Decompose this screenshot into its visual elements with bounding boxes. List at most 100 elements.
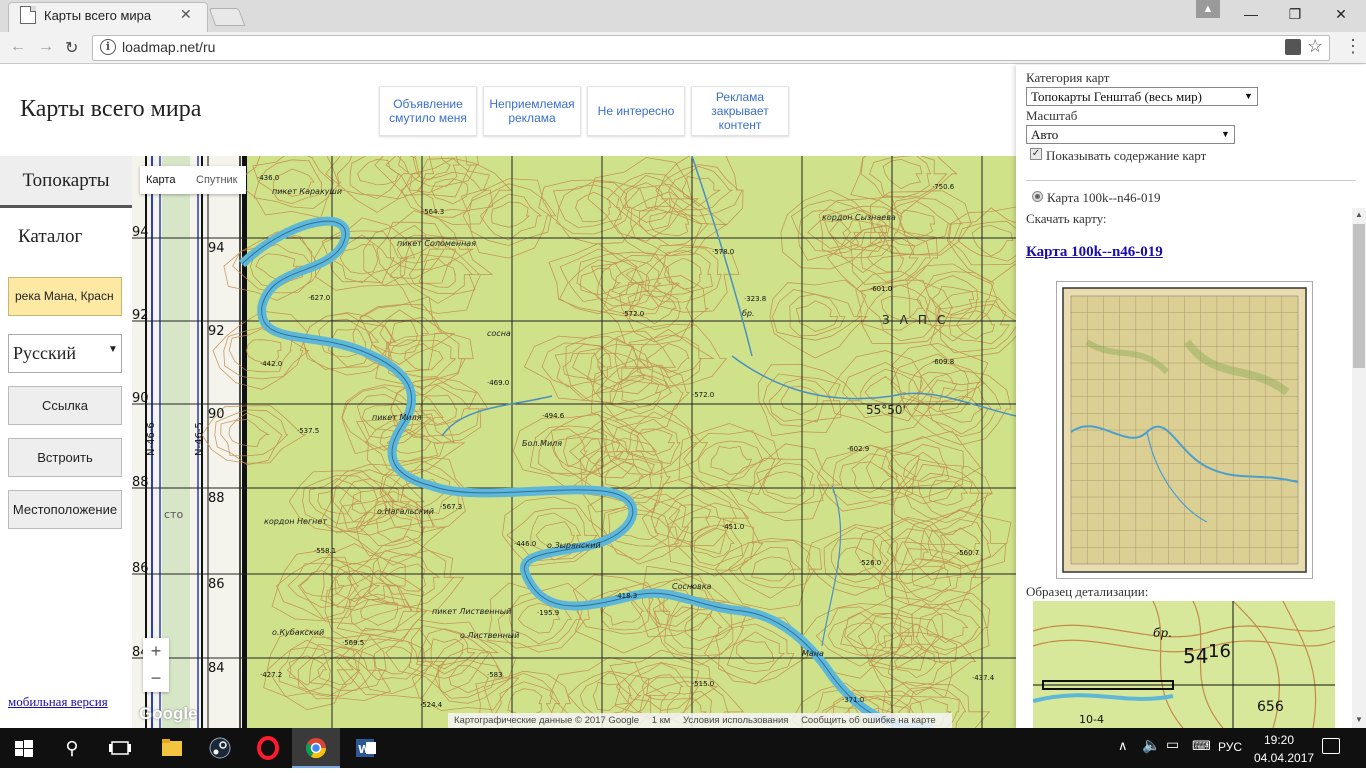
elevation-mark: ·436.0	[257, 174, 279, 182]
elevation-mark: ·569.5	[342, 639, 364, 647]
detail-elevation: 656	[1257, 699, 1284, 715]
place-search-input[interactable]: река Мана, Красн	[8, 277, 122, 316]
sheet-code-label: N-46-6	[146, 422, 157, 456]
opera-icon[interactable]	[244, 728, 292, 768]
scroll-down-icon[interactable]: ▼	[1352, 713, 1366, 727]
elevation-mark: ·515.0	[692, 680, 714, 688]
grid-number-label: 88	[208, 491, 225, 506]
action-center-icon[interactable]	[1322, 738, 1340, 754]
close-window-button[interactable]: ✕	[1318, 2, 1364, 28]
detail-sample-label: Образец детализации:	[1026, 584, 1149, 599]
ad-feedback-covers-content-button[interactable]: Реклама закрывает контент	[691, 86, 789, 136]
map-type-map-button[interactable]: Карта	[146, 174, 175, 186]
place-label: Бол.Миля	[522, 439, 562, 448]
maximize-button[interactable]: ❐	[1272, 2, 1318, 28]
url-text[interactable]: loadmap.net/ru	[122, 39, 215, 55]
link-button[interactable]: Ссылка	[8, 386, 122, 425]
windows-start-button[interactable]	[0, 728, 48, 768]
keyboard-icon[interactable]: ⌨	[1192, 738, 1211, 754]
grid-number-label: 88	[132, 475, 149, 490]
tab-close-icon[interactable]: ✕	[180, 6, 192, 23]
location-button[interactable]: Местоположение	[8, 490, 122, 529]
category-select[interactable]: Топокарты Генштаб (весь мир)	[1026, 87, 1258, 106]
tray-overflow-icon[interactable]: ∧	[1118, 738, 1128, 754]
panel-divider	[1026, 180, 1356, 181]
detail-sample-image: 54 16 656 10-4 бр.	[1033, 601, 1335, 728]
user-profile-icon[interactable]: ▲	[1196, 0, 1220, 18]
ad-feedback-not-interested-button[interactable]: Не интересно	[587, 86, 685, 136]
place-label: пикет Миля	[372, 413, 422, 422]
chrome-menu-icon[interactable]: ⋮	[1344, 36, 1362, 57]
map-sheet-label: Карта 100k--n46-019	[1047, 190, 1161, 205]
grid-number-label: 90	[132, 391, 149, 406]
back-icon[interactable]: ←	[10, 38, 26, 56]
elevation-mark: ·602.9	[847, 445, 869, 453]
grid-number-label: 92	[208, 324, 225, 339]
elevation-mark: ·418.3	[615, 592, 637, 600]
place-label: Сосновка	[672, 582, 712, 591]
scale-select[interactable]: Авто	[1026, 125, 1235, 144]
chevron-down-icon: ▼	[1221, 129, 1230, 139]
map-canvas[interactable]: 949290888684949290888684N-46-6 N-46-5стоп…	[132, 156, 1016, 728]
scroll-up-icon[interactable]: ▲	[1352, 208, 1366, 222]
download-label: Скачать карту:	[1026, 211, 1107, 226]
elevation-mark: ·442.0	[260, 360, 282, 368]
elevation-mark: ·578.0	[712, 248, 734, 256]
ad-feedback-misleading-button[interactable]: Объявление смутило меня	[379, 86, 477, 136]
scrollbar-thumb[interactable]	[1353, 224, 1365, 368]
elevation-mark: ·494.6	[542, 412, 565, 420]
zoom-in-button[interactable]: +	[143, 638, 169, 664]
new-tab-button[interactable]	[208, 8, 246, 26]
language-select[interactable]: Русский	[8, 334, 122, 373]
page-favicon-icon	[20, 6, 36, 24]
address-bar[interactable]	[92, 35, 1330, 61]
tab-topomaps[interactable]: Топокарты	[0, 156, 132, 208]
elevation-mark: ·572.0	[622, 310, 644, 318]
windows-logo-icon	[15, 740, 33, 757]
task-view-icon[interactable]	[96, 728, 144, 768]
extension-icon[interactable]	[1285, 39, 1301, 55]
sheet-code-label: N-46-5	[194, 422, 205, 456]
elevation-mark: ·601.0	[870, 285, 892, 293]
reload-icon[interactable]: ↻	[65, 38, 78, 58]
place-label: кордон Негнет	[264, 517, 327, 526]
volume-icon[interactable]: 🔈	[1142, 736, 1161, 754]
minimize-button[interactable]: —	[1228, 2, 1274, 28]
chrome-icon[interactable]	[292, 728, 340, 768]
elevation-mark: ·427.2	[260, 671, 282, 679]
detail-bridge-label: 10-4	[1079, 713, 1104, 726]
elevation-mark: ·469.0	[487, 379, 509, 387]
zoom-out-button[interactable]: −	[143, 665, 169, 691]
map-type-satellite-button[interactable]: Спутник	[196, 174, 237, 186]
input-language-indicator[interactable]: РУС	[1218, 740, 1242, 754]
embed-button[interactable]: Встроить	[8, 438, 122, 477]
detail-grid-number: 54	[1183, 644, 1208, 668]
map-scale-label: 1 км	[651, 715, 671, 726]
map-sheet-thumbnail[interactable]	[1056, 281, 1313, 579]
topographic-map[interactable]: 94 92 90 88 86 84 94 92 90 88 86 84 N-46-6 N-46-5 сто п…	[132, 156, 1016, 728]
word-icon[interactable]: W	[340, 728, 388, 768]
report-error-link[interactable]: Сообщить об ошибке на карте	[801, 715, 936, 726]
elevation-mark: ·537.5	[297, 427, 319, 435]
chevron-down-icon: ▼	[1244, 91, 1253, 101]
clock-time[interactable]: 19:20	[1264, 733, 1294, 747]
steam-icon[interactable]	[196, 728, 244, 768]
place-label: о.Зырянский	[547, 541, 601, 550]
tab-catalog[interactable]: Каталог	[18, 226, 82, 248]
terms-link[interactable]: Условия использования	[683, 715, 788, 726]
elevation-mark: ·583	[487, 671, 503, 679]
mobile-version-link[interactable]: мобильная версия	[8, 694, 108, 710]
elevation-mark: ·627.0	[308, 294, 330, 302]
file-explorer-icon[interactable]	[148, 728, 196, 768]
bookmark-star-icon[interactable]: ☆	[1307, 36, 1323, 57]
sheet-edge	[242, 156, 247, 728]
network-icon[interactable]: ▭	[1166, 736, 1179, 753]
forward-icon[interactable]: →	[38, 38, 54, 56]
site-info-icon[interactable]: i	[100, 39, 116, 55]
show-contents-checkbox[interactable]: ✓	[1030, 148, 1042, 160]
map-sheet-radio[interactable]	[1032, 191, 1043, 202]
ad-feedback-inappropriate-button[interactable]: Неприемлемая реклама	[483, 86, 581, 136]
search-icon[interactable]: ⚲	[48, 728, 96, 768]
download-map-link[interactable]: Карта 100k--n46-019	[1026, 244, 1163, 261]
clock-date[interactable]: 04.04.2017	[1254, 751, 1314, 765]
